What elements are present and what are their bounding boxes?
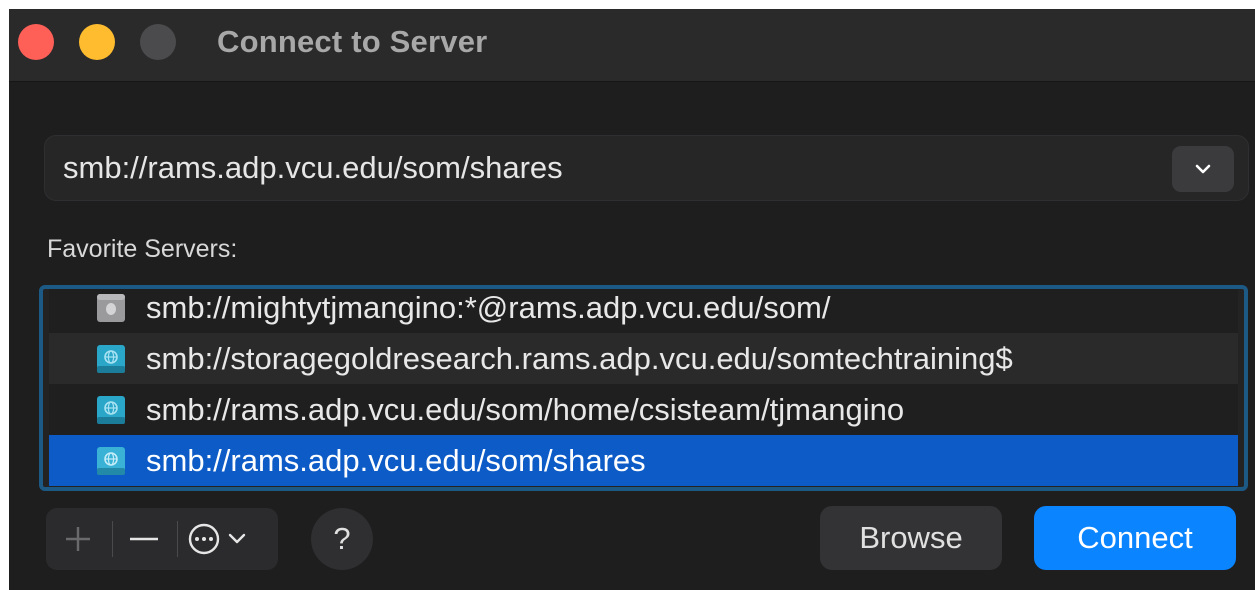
- add-favorite-icon[interactable]: [60, 521, 96, 557]
- chevron-down-icon: [1195, 164, 1211, 174]
- favorite-servers-list[interactable]: smb://mightytjmangino:*@rams.adp.vcu.edu…: [39, 285, 1248, 491]
- network-globe-icon: [97, 447, 125, 475]
- list-item-label: smb://rams.adp.vcu.edu/som/home/csisteam…: [146, 392, 905, 427]
- recent-servers-dropdown-button[interactable]: [1172, 146, 1234, 192]
- server-address-field[interactable]: [44, 135, 1249, 201]
- segment-divider: [177, 521, 178, 557]
- help-button[interactable]: ?: [311, 508, 373, 570]
- title-bar: Connect to Server: [9, 9, 1255, 82]
- network-globe-icon: [97, 396, 125, 424]
- minimize-window-button[interactable]: [79, 24, 115, 60]
- list-item-label: smb://mightytjmangino:*@rams.adp.vcu.edu…: [146, 290, 831, 325]
- server-gray-icon: [97, 294, 125, 322]
- remove-favorite-icon[interactable]: [126, 521, 162, 557]
- list-item-selected[interactable]: smb://rams.adp.vcu.edu/som/shares: [49, 435, 1238, 486]
- network-globe-icon: [97, 345, 125, 373]
- segment-divider: [112, 521, 113, 557]
- connect-to-server-window: Connect to Server Favorite Servers: smb:…: [9, 9, 1255, 590]
- connect-button[interactable]: Connect: [1034, 506, 1236, 570]
- zoom-window-button[interactable]: [140, 24, 176, 60]
- server-address-input[interactable]: [63, 144, 1143, 192]
- list-item[interactable]: smb://mightytjmangino:*@rams.adp.vcu.edu…: [49, 289, 1238, 333]
- window-title: Connect to Server: [217, 24, 488, 59]
- list-item[interactable]: smb://storagegoldresearch.rams.adp.vcu.e…: [49, 333, 1238, 384]
- more-options-icon[interactable]: [186, 521, 266, 557]
- list-item-label: smb://storagegoldresearch.rams.adp.vcu.e…: [146, 341, 1013, 376]
- favorites-edit-control: [46, 508, 278, 570]
- close-window-button[interactable]: [18, 24, 54, 60]
- browse-button[interactable]: Browse: [820, 506, 1002, 570]
- list-item-label: smb://rams.adp.vcu.edu/som/shares: [146, 443, 646, 478]
- list-item[interactable]: smb://rams.adp.vcu.edu/som/home/csisteam…: [49, 384, 1238, 435]
- favorite-servers-label: Favorite Servers:: [47, 235, 238, 263]
